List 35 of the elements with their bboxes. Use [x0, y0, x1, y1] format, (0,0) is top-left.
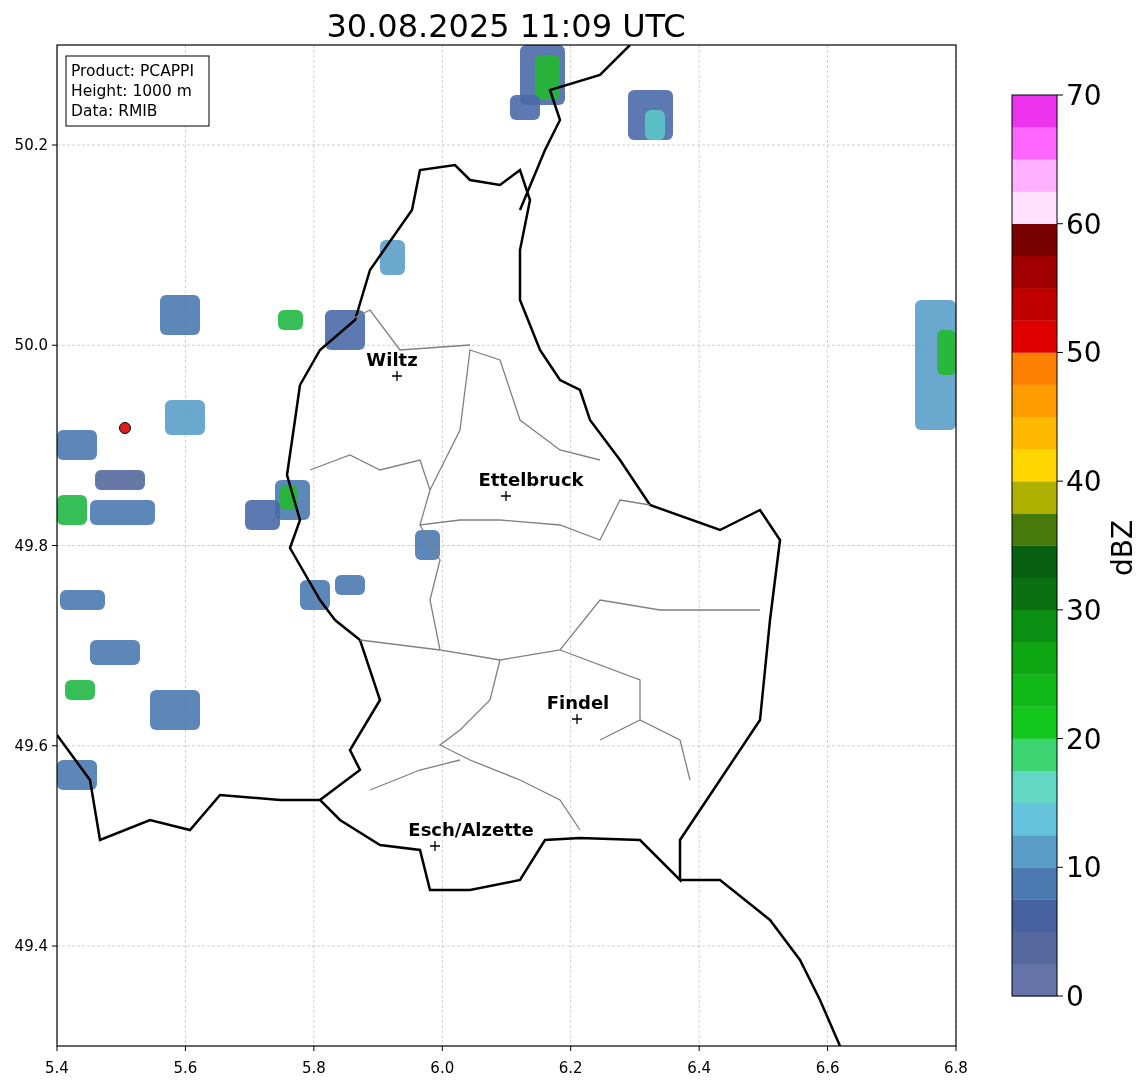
axis-tick-label: 49.4	[14, 937, 48, 955]
colorbar-tick-label: 30	[1066, 593, 1102, 627]
info-text: Data: RMIB	[71, 102, 158, 120]
chart-title: 30.08.2025 11:09 UTC	[326, 7, 686, 45]
colorbar-tick-label: 70	[1066, 79, 1102, 112]
axis-tick-label: 49.6	[14, 736, 48, 755]
axis-tick-label: 50.0	[14, 336, 48, 355]
colorbar-tick-label: 20	[1066, 722, 1102, 756]
info-text: Height: 1000 m	[71, 82, 192, 100]
city-label: Findel	[546, 692, 610, 713]
axis-tick-label: 6.0	[430, 1059, 455, 1077]
colorbar-tick-label: 50	[1066, 336, 1102, 370]
plus-marker-icon	[571, 713, 583, 725]
colorbar-tick-label: 60	[1066, 207, 1102, 241]
colorbar-tick-label: 10	[1066, 851, 1102, 885]
axis-tick-label: 6.8	[944, 1059, 968, 1077]
plus-marker-icon	[391, 370, 403, 382]
radar-site-marker	[119, 422, 131, 434]
colorbar-tick-label: 40	[1066, 465, 1102, 499]
info-text: Product: PCAPPI	[71, 62, 195, 80]
city-label: Ettelbruck	[478, 469, 584, 490]
axis-tick-label: 5.6	[173, 1059, 198, 1077]
city-label: Esch/Alzette	[408, 819, 534, 840]
colorbar-label: dBZ	[1106, 519, 1139, 577]
axis-tick-label: 6.2	[558, 1059, 583, 1077]
axis-tick-label: 5.4	[45, 1059, 69, 1077]
city-label: Wiltz	[366, 349, 418, 370]
axis-tick-label: 6.6	[815, 1059, 840, 1077]
axis-tick-label: 50.2	[14, 136, 48, 154]
axis-tick-label: 6.4	[687, 1059, 712, 1077]
plus-marker-icon	[500, 490, 512, 502]
axis-tick-label: 5.8	[301, 1059, 326, 1077]
axis-tick-label: 49.8	[14, 536, 48, 555]
plus-marker-icon	[429, 840, 441, 852]
colorbar-tick-label: 0	[1066, 980, 1084, 1013]
